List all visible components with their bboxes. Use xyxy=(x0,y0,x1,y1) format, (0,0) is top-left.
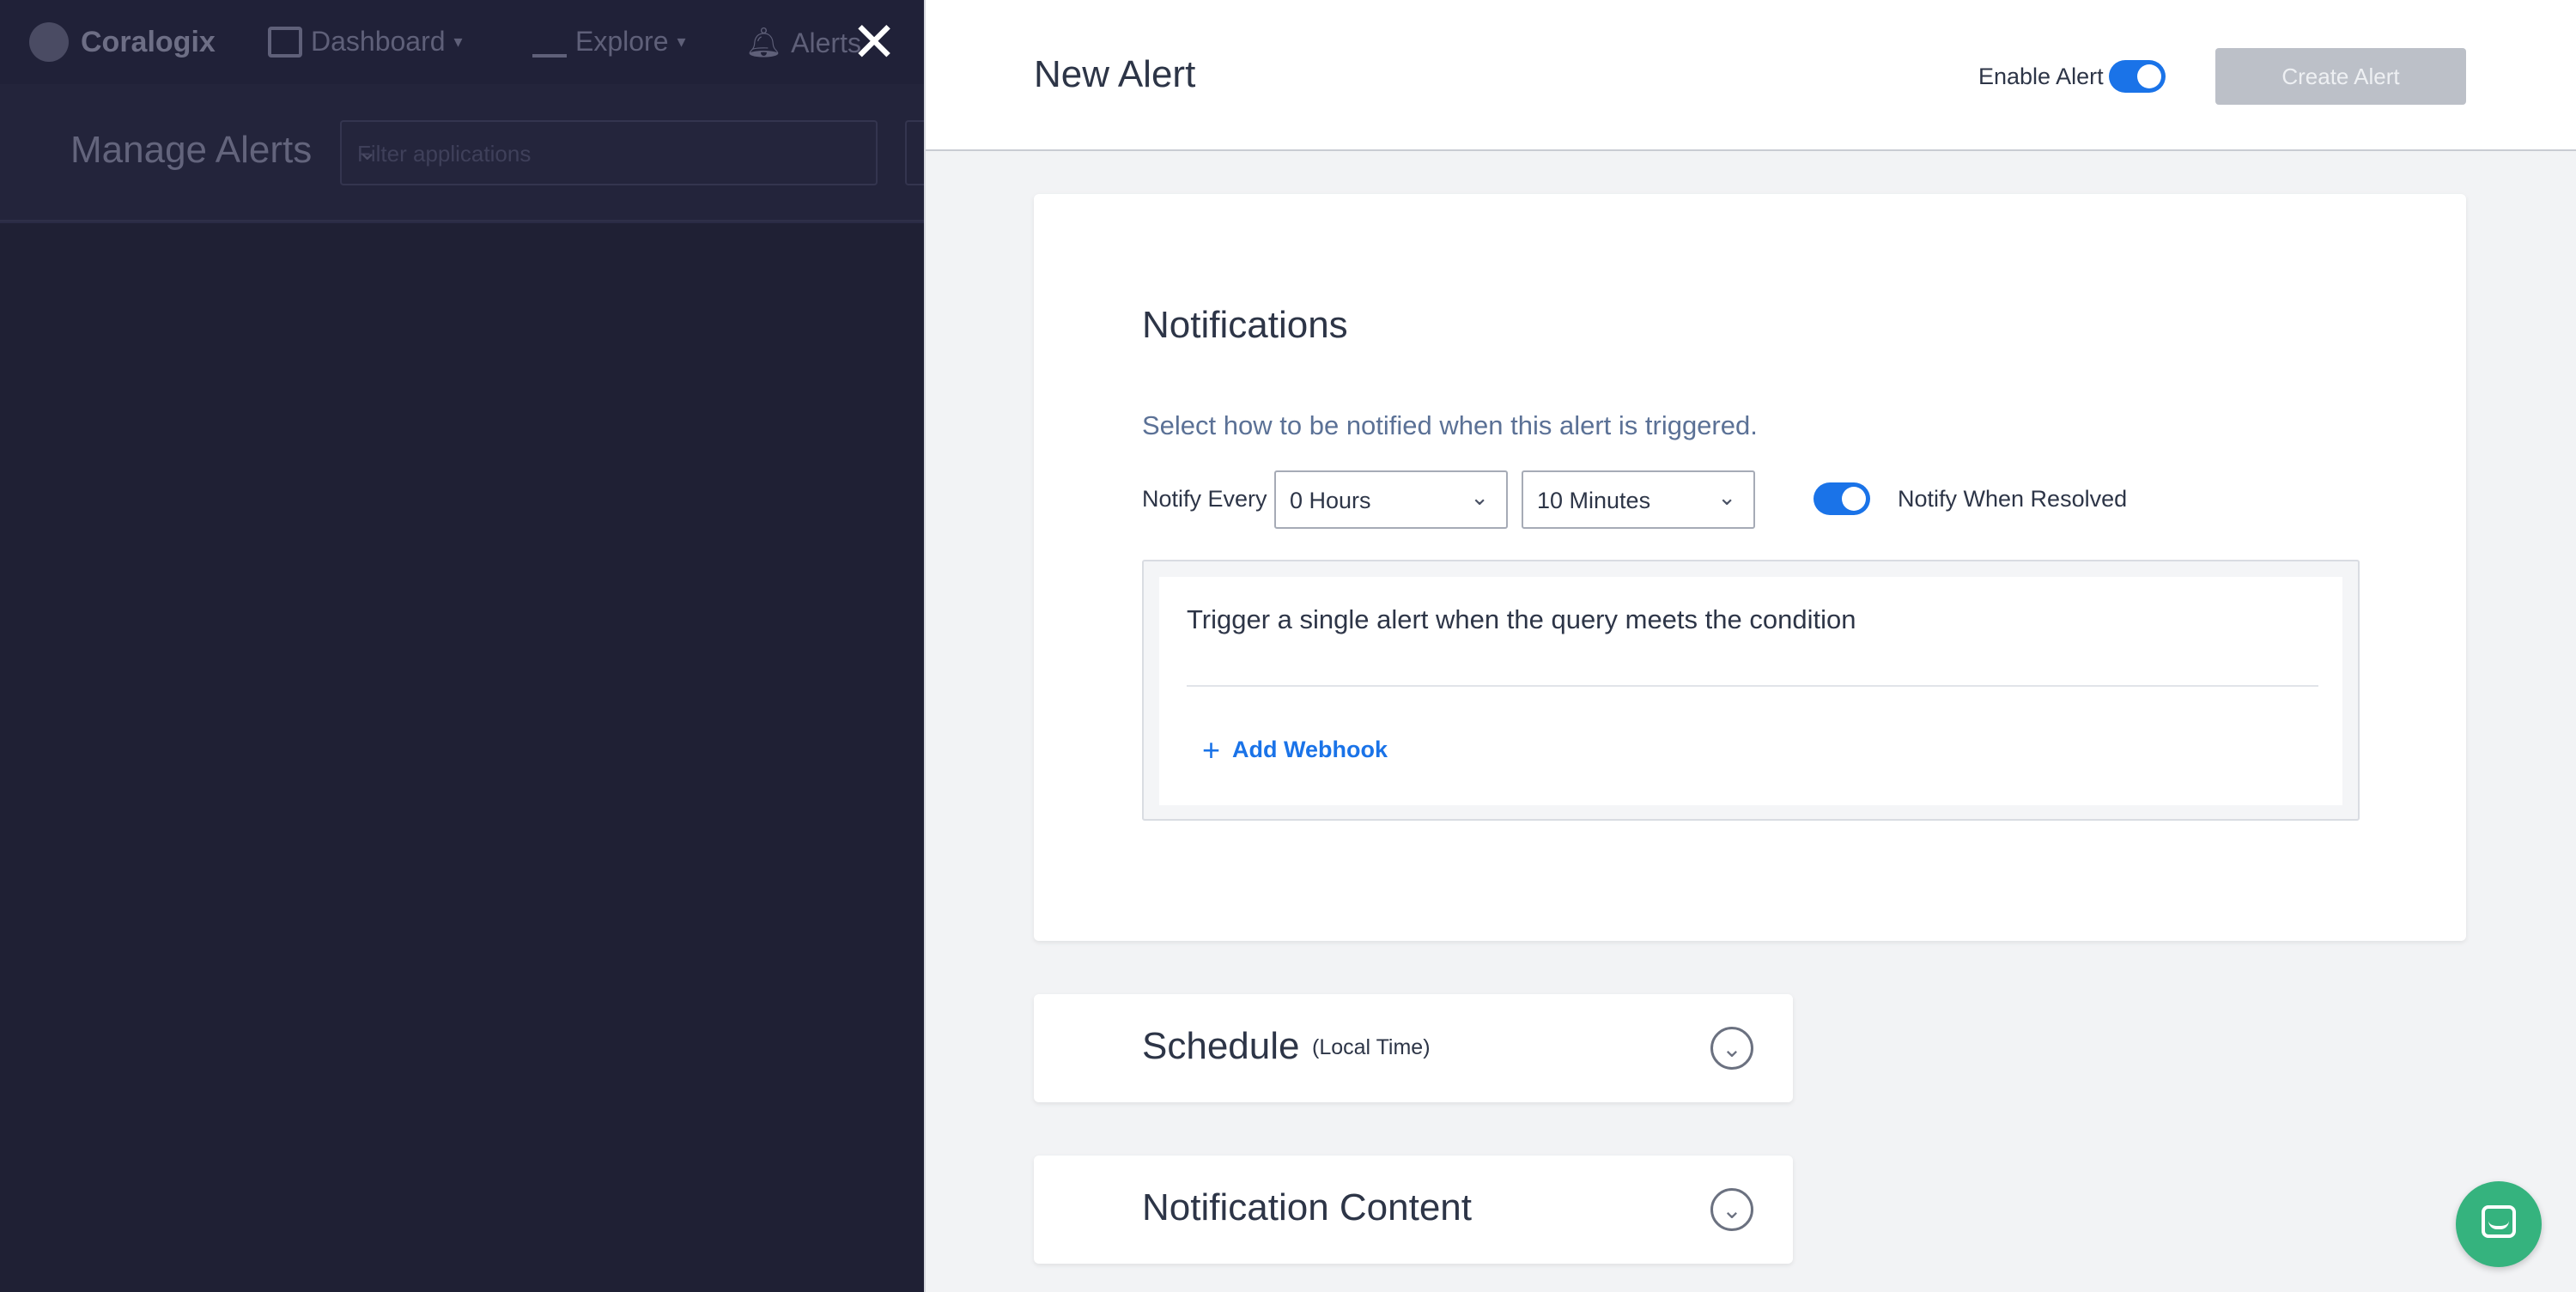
coralogix-logo-icon xyxy=(29,22,69,62)
nav-alerts: 🔔︎ Alerts xyxy=(745,26,861,60)
chevron-down-icon[interactable]: ⌄ xyxy=(1710,1027,1753,1070)
schedule-subtitle: (Local Time) xyxy=(1312,1035,1431,1059)
notify-minutes-select[interactable]: 10 Minutes ⌄ xyxy=(1522,470,1755,529)
schedule-section[interactable]: Schedule (Local Time) ⌄ xyxy=(1034,994,1793,1102)
page-title: Manage Alerts xyxy=(70,129,313,171)
nav-dashboard: Dashboard ▾ xyxy=(268,26,463,58)
add-webhook-button[interactable]: + Add Webhook xyxy=(1202,732,1388,767)
grid-icon xyxy=(268,26,302,58)
divider xyxy=(1187,685,2318,687)
trigger-panel: Trigger a single alert when the query me… xyxy=(1159,577,2342,805)
chevron-down-icon: ▾ xyxy=(453,33,463,52)
toggle-knob xyxy=(1842,487,1866,511)
chevron-down-icon: ⌄ xyxy=(1470,484,1489,510)
nav-dashboard-label: Dashboard xyxy=(311,26,446,57)
notify-when-resolved-toggle[interactable] xyxy=(1814,482,1870,515)
chat-launcher-button[interactable] xyxy=(2456,1181,2542,1267)
list-icon xyxy=(532,27,567,58)
logo-text: Coralogix xyxy=(81,26,216,58)
notify-when-resolved-label: Notify When Resolved xyxy=(1898,486,2128,512)
toggle-knob xyxy=(2137,64,2161,88)
nav-explore: Explore ▾ xyxy=(532,26,686,58)
trigger-box: Trigger a single alert when the query me… xyxy=(1142,560,2360,821)
chevron-down-icon: ⌄ xyxy=(1717,484,1736,510)
background-body xyxy=(0,223,924,1292)
create-alert-button[interactable]: Create Alert xyxy=(2215,48,2466,105)
close-icon[interactable]: ✕ xyxy=(848,12,900,72)
nav-explore-label: Explore xyxy=(575,26,669,57)
bell-icon: 🔔︎ xyxy=(745,27,783,59)
chevron-down-icon: ⌄ xyxy=(357,138,378,165)
notifications-title: Notifications xyxy=(1142,304,1348,346)
notifications-subtitle: Select how to be notified when this aler… xyxy=(1142,410,1758,440)
trigger-description: Trigger a single alert when the query me… xyxy=(1187,604,1856,634)
chevron-down-icon: ▾ xyxy=(677,33,686,52)
drawer-title: New Alert xyxy=(1034,53,1196,95)
notify-minutes-value: 10 Minutes xyxy=(1537,488,1651,513)
enable-alert-toggle[interactable] xyxy=(2109,60,2166,93)
filter-applications-select: Filter applications ⌄ xyxy=(340,120,878,185)
notify-hours-value: 0 Hours xyxy=(1290,488,1371,513)
add-webhook-label: Add Webhook xyxy=(1232,737,1388,762)
notify-hours-select[interactable]: 0 Hours ⌄ xyxy=(1274,470,1508,529)
background-topbar: Coralogix Dashboard ▾ Explore ▾ 🔔︎ Alert… xyxy=(0,0,924,84)
enable-alert-label: Enable Alert xyxy=(1978,64,2104,89)
new-alert-drawer: New Alert Enable Alert Create Alert Noti… xyxy=(924,0,2576,1292)
chevron-down-icon[interactable]: ⌄ xyxy=(1710,1188,1753,1231)
plus-icon: + xyxy=(1202,732,1221,767)
schedule-title: Schedule xyxy=(1142,1025,1300,1067)
notifications-card: Notifications Select how to be notified … xyxy=(1034,194,2466,941)
notification-content-section[interactable]: Notification Content ⌄ xyxy=(1034,1156,1793,1264)
drawer-header: New Alert Enable Alert Create Alert xyxy=(926,0,2576,151)
notify-every-label: Notify Every xyxy=(1142,486,1267,512)
notification-content-title: Notification Content xyxy=(1142,1186,1472,1228)
